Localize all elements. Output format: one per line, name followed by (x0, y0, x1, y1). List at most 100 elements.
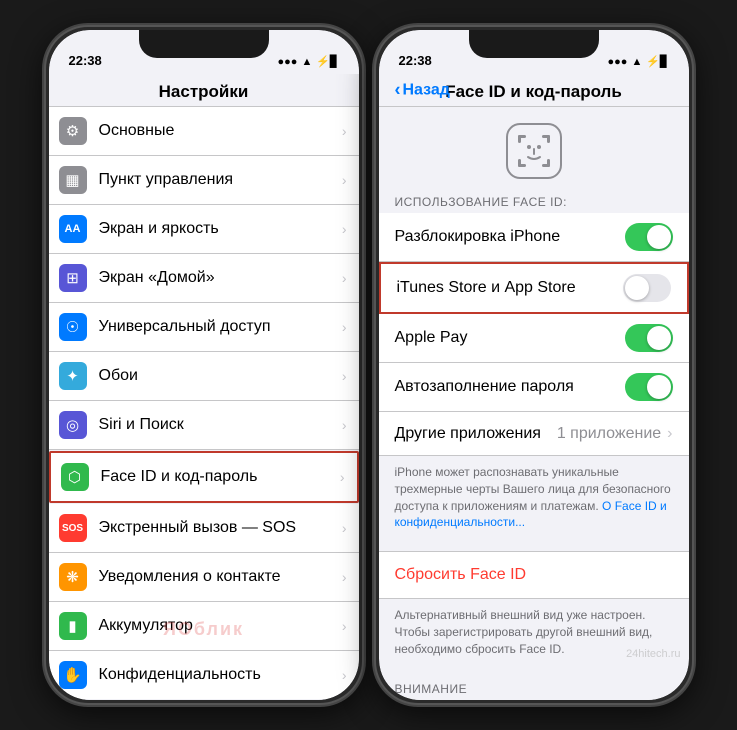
chevron-icon-7: › (342, 417, 347, 433)
other-apps-value: 1 приложение (557, 425, 661, 443)
settings-item-access[interactable]: ☉ Универсальный доступ › (49, 303, 359, 352)
reset-face-id-label: Сбросить Face ID (395, 566, 527, 583)
watermark-left: ЯОблик (163, 619, 244, 640)
other-apps-label: Другие приложения (395, 425, 557, 443)
other-apps-chevron-icon: › (667, 425, 672, 443)
back-label: Назад (403, 81, 450, 99)
chevron-icon-12: › (342, 667, 347, 683)
toggle-row-unlock[interactable]: Разблокировка iPhone (379, 213, 689, 262)
settings-group-1: ⚙ Основные › ▦ Пункт управления › AA (49, 107, 359, 699)
display-icon: AA (59, 215, 87, 243)
notch-right (469, 30, 599, 58)
face-id-content: ИСПОЛЬЗОВАНИЕ FACE ID: Разблокировка iPh… (379, 107, 689, 700)
signal-icon-right: ●●● (608, 56, 628, 68)
battery-icon: ▮ (59, 612, 87, 640)
left-phone: 22:38 ●●● ▲ ⚡▊ Настройки (44, 25, 364, 705)
toggle-row-applepay[interactable]: Apple Pay (379, 314, 689, 363)
face-id-icon (506, 123, 562, 179)
itunes-label: iTunes Store и App Store (397, 279, 623, 297)
settings-item-home[interactable]: ⊞ Экран «Домой» › (49, 254, 359, 303)
section-attention: ВНИМАНИЕ (379, 674, 689, 700)
battery-icon-right: ⚡▊ (646, 55, 668, 68)
face-id-icon-area (379, 107, 689, 187)
chevron-icon-2: › (342, 172, 347, 188)
settings-item-siri[interactable]: ◎ Siri и Поиск › (49, 401, 359, 450)
access-icon: ☉ (59, 313, 87, 341)
right-screen-title: Face ID и код-пароль (445, 82, 622, 101)
phones-container: 22:38 ●●● ▲ ⚡▊ Настройки (44, 25, 694, 705)
settings-item-sos[interactable]: SOS Экстренный вызов — SOS › (49, 504, 359, 553)
section-use-face-id: ИСПОЛЬЗОВАНИЕ FACE ID: (379, 187, 689, 213)
access-label: Универсальный доступ (99, 318, 342, 336)
contact-icon: ❋ (59, 563, 87, 591)
applepay-label: Apple Pay (395, 329, 625, 347)
settings-item-privacy[interactable]: ✋ Конфиденциальность › (49, 651, 359, 699)
other-apps-row[interactable]: Другие приложения 1 приложение › (379, 412, 689, 456)
faceid-icon: ⬡ (61, 463, 89, 491)
chevron-icon-5: › (342, 319, 347, 335)
applepay-toggle-knob (647, 326, 671, 350)
unlock-label: Разблокировка iPhone (395, 228, 625, 246)
home-icon: ⊞ (59, 264, 87, 292)
sos-icon: SOS (59, 514, 87, 542)
autofill-toggle-knob (647, 375, 671, 399)
privacy-icon: ✋ (59, 661, 87, 689)
privacy-label: Конфиденциальность (99, 666, 342, 684)
control-label: Пункт управления (99, 171, 342, 189)
chevron-icon-9: › (342, 520, 347, 536)
toggle-row-autofill[interactable]: Автозаполнение пароля (379, 363, 689, 412)
reset-face-id-row[interactable]: Сбросить Face ID (379, 551, 689, 599)
unlock-toggle[interactable] (625, 223, 673, 251)
notch (139, 30, 269, 58)
applepay-toggle[interactable] (625, 324, 673, 352)
chevron-icon-10: › (342, 569, 347, 585)
faceid-label: Face ID и код-пароль (101, 468, 340, 486)
autofill-toggle[interactable] (625, 373, 673, 401)
control-icon: ▦ (59, 166, 87, 194)
wifi-icon-left: ▲ (301, 56, 312, 68)
right-phone: 22:38 ●●● ▲ ⚡▊ ‹ Назад Face ID и (374, 25, 694, 705)
settings-item-contact[interactable]: ❋ Уведомления о контакте › (49, 553, 359, 602)
status-time-left: 22:38 (69, 53, 102, 68)
wifi-icon-right: ▲ (631, 56, 642, 68)
itunes-toggle[interactable] (623, 274, 671, 302)
chevron-icon-3: › (342, 221, 347, 237)
left-nav-bar: Настройки (49, 74, 359, 107)
siri-icon: ◎ (59, 411, 87, 439)
unlock-toggle-knob (647, 225, 671, 249)
itunes-toggle-knob (625, 276, 649, 300)
settings-list[interactable]: ⚙ Основные › ▦ Пункт управления › AA (49, 107, 359, 700)
settings-icon: ⚙ (59, 117, 87, 145)
status-icons-left: ●●● ▲ ⚡▊ (278, 55, 339, 68)
chevron-icon-4: › (342, 270, 347, 286)
settings-label: Основные (99, 122, 342, 140)
back-button[interactable]: ‹ Назад (395, 80, 450, 101)
settings-item-display[interactable]: AA Экран и яркость › (49, 205, 359, 254)
chevron-icon-8: › (340, 469, 345, 485)
settings-item-faceid[interactable]: ⬡ Face ID и код-пароль › (49, 451, 359, 503)
back-chevron-icon: ‹ (395, 80, 401, 101)
source-watermark: 24hitech.ru (626, 648, 680, 660)
settings-item-control[interactable]: ▦ Пункт управления › (49, 156, 359, 205)
settings-item-settings[interactable]: ⚙ Основные › (49, 107, 359, 156)
signal-icon-left: ●●● (278, 56, 298, 68)
siri-label: Siri и Поиск (99, 416, 342, 434)
chevron-icon-11: › (342, 618, 347, 634)
sos-label: Экстренный вызов — SOS (99, 519, 342, 537)
left-screen-title: Настройки (159, 82, 249, 101)
battery-icon-left: ⚡▊ (316, 55, 338, 68)
right-nav-bar: ‹ Назад Face ID и код-пароль (379, 74, 689, 107)
contact-label: Уведомления о контакте (99, 568, 342, 586)
status-icons-right: ●●● ▲ ⚡▊ (608, 55, 669, 68)
display-label: Экран и яркость (99, 220, 342, 238)
chevron-icon: › (342, 123, 347, 139)
home-label: Экран «Домой» (99, 269, 342, 287)
settings-item-wallpaper[interactable]: ✦ Обои › (49, 352, 359, 401)
wallpaper-icon: ✦ (59, 362, 87, 390)
autofill-label: Автозаполнение пароля (395, 378, 625, 396)
wallpaper-label: Обои (99, 367, 342, 385)
toggle-row-itunes[interactable]: iTunes Store и App Store (379, 262, 689, 314)
face-id-description: iPhone может распознавать уникальные тре… (379, 456, 689, 543)
chevron-icon-6: › (342, 368, 347, 384)
status-time-right: 22:38 (399, 53, 432, 68)
